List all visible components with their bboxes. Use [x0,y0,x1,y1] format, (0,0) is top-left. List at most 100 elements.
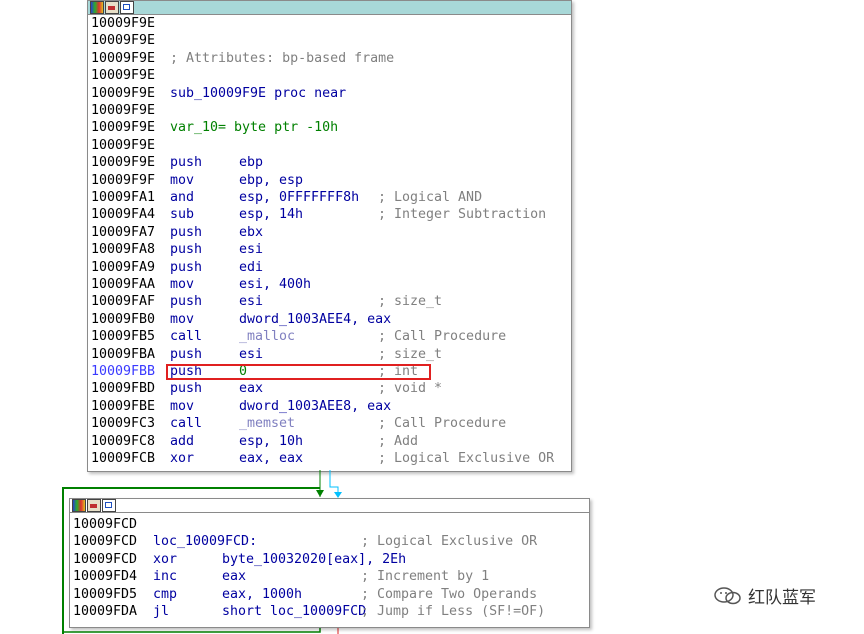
operands: ebx [239,224,264,240]
mnemonic: sub [170,207,195,223]
disasm-line[interactable]: 10009FA8 push esi [91,241,263,258]
comment: ; Attributes: bp-based frame [170,50,395,66]
operands: _memset [239,416,296,432]
disasm-line[interactable]: 10009FB5 call _malloc ; Call Procedure [91,328,506,345]
mnemonic: and [170,190,195,205]
disasm-line[interactable]: 10009F9E [91,67,155,84]
disasm-line[interactable]: 10009F9E var_10= byte ptr -10h [91,119,338,136]
disasm-line[interactable]: 10009FA9 push edi [91,259,263,276]
address: 10009FCD [73,551,138,567]
disasm-line[interactable]: 10009FBA push esi ; size_t [91,346,442,363]
address: 10009FA7 [91,224,156,240]
disasm-line[interactable]: 10009FD5 cmp eax, 1000h ; Compare Two Opera… [73,586,537,603]
disasm-line[interactable]: 10009FAF push esi ; size_t [91,293,442,310]
operands: esi [239,242,264,258]
comment: ; Logical Exclusive OR [378,451,555,466]
disasm-line[interactable]: 10009FCD loc_10009FCD: ; Logical Exclusive… [73,533,537,550]
group-block-icon[interactable] [102,499,116,512]
mnemonic: jl [153,604,170,619]
disasm-line[interactable]: 10009F9E ; Attributes: bp-based frame [91,50,394,67]
operands: dword_1003AEE8, eax [239,398,392,414]
disasm-line[interactable]: 10009FA4 sub esp, 14h ; Integer Subtraction [91,206,546,223]
address: 10009FCB [91,451,156,466]
code-block-loc-10009fcd[interactable]: 10009FCD 10009FCD loc_10009FCD:; Logical E… [69,498,590,628]
operands: byte_10032020[eax], 2Eh [222,551,407,567]
disasm-line[interactable]: 10009F9E [91,102,155,119]
operands: ebp [239,155,264,171]
operands: eax [239,381,264,397]
mnemonic: mov [170,172,195,188]
address: 10009FCD [73,534,138,550]
address: 10009F9E [91,33,156,49]
disasm-line[interactable]: 10009F9E push ebp [91,154,263,171]
comment: ; Increment by 1 [361,569,490,585]
operands: eax, eax [239,451,304,466]
comment: ; Jump if Less (SF!=OF) [361,604,546,619]
graph-color-icon[interactable] [72,499,86,512]
address: 10009FAF [91,294,156,310]
address: 10009FDA [73,604,138,619]
mnemonic: xor [153,551,178,567]
mnemonic: cmp [153,586,178,602]
disasm-line[interactable]: 10009FCB xor eax, eax ; Logical Exclusive O… [91,450,554,467]
comment: ; Compare Two Operands [361,586,538,602]
operands: short loc_10009FCD [222,604,367,619]
operands: esp, 14h [239,207,304,223]
address: 10009FA4 [91,207,156,223]
comment: ; Add [378,433,419,449]
comment: ; size_t [378,346,443,362]
group-block-icon[interactable] [120,1,134,14]
operands: esi [239,346,264,362]
address: 10009FD5 [73,586,138,602]
comment: ; Integer Subtraction [378,207,547,223]
disasm-line[interactable]: 10009F9F mov ebp, esp [91,172,303,189]
edit-block-icon[interactable] [105,1,119,14]
operands: _malloc [239,329,296,345]
disasm-line[interactable]: 10009FD4 inc eax ; Increment by 1 [73,568,489,585]
mnemonic: mov [170,398,195,414]
disasm-line[interactable]: 10009FDA jl short loc_10009FCD; Jump if Le… [73,603,545,620]
comment: ; Call Procedure [378,416,507,432]
disasm-line[interactable]: 10009F9E [91,137,155,154]
disasm-line[interactable]: 10009FAA mov esi, 400h [91,276,311,293]
disasm-line[interactable]: 10009FCD [73,516,137,533]
address: 10009FC3 [91,416,156,432]
disasm-line[interactable]: 10009FB0 mov dword_1003AEE4, eax [91,311,391,328]
block-header[interactable] [88,1,571,15]
disasm-line[interactable]: 10009FC8 add esp, 10h ; Add [91,433,418,450]
operands: edi [239,259,264,275]
highlight-push-0 [166,364,431,380]
address: 10009FB0 [91,311,156,327]
disasm-line[interactable]: 10009FBD push eax ; void * [91,380,442,397]
operands: esp, 0FFFFFFF8h [239,190,360,205]
address: 10009F9E [91,120,156,136]
disasm-line[interactable]: 10009FA7 push ebx [91,224,263,241]
disasm-line[interactable]: 10009FCD xor byte_10032020[eax], 2Eh [73,551,406,568]
mnemonic: var_10= byte ptr -10h [170,120,339,136]
mnemonic: push [170,242,203,258]
graph-color-icon[interactable] [90,1,104,14]
disasm-line[interactable]: 10009FC3 call _memset ; Call Procedure [91,415,506,432]
mnemonic: sub_10009F9E proc near [170,85,347,101]
disasm-line[interactable]: 10009FA1 and esp, 0FFFFFFF8h ; Logical AND [91,189,482,206]
operands: esi, 400h [239,277,312,292]
address: 10009F9E [91,50,156,66]
operands: dword_1003AEE4, eax [239,311,392,327]
block-header[interactable] [70,499,589,513]
operands: eax, 1000h [222,586,303,602]
address: 10009F9E [91,85,156,101]
mnemonic: mov [170,277,195,292]
operands: ebp, esp [239,172,304,188]
address: 10009FA1 [91,190,156,205]
edit-block-icon[interactable] [87,499,101,512]
operands: esi [239,294,264,310]
disasm-line[interactable]: 10009F9E [91,32,155,49]
disasm-line[interactable]: 10009FBE mov dword_1003AEE8, eax [91,398,391,415]
disasm-line[interactable]: 10009F9E sub_10009F9E proc near [91,85,346,102]
code-block-sub-10009f9e[interactable]: 10009F9E 10009F9E 10009F9E; Attributes: bp… [87,0,572,472]
disasm-line[interactable]: 10009F9E [91,15,155,32]
address: 10009FBA [91,346,156,362]
address: 10009FC8 [91,433,156,449]
mnemonic: push [170,155,203,171]
disasm-line[interactable]: 10009FBB push 0; int [91,363,418,380]
